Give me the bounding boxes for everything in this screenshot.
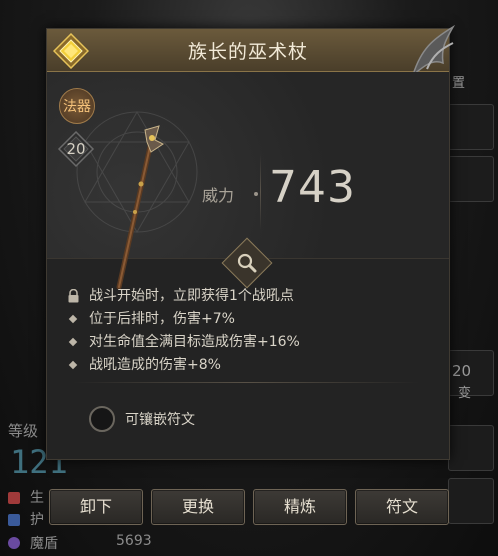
item-name: 族长的巫术杖 [187,41,308,63]
health-icon [8,492,20,504]
bullet-icon [68,314,78,324]
item-level: 20 [66,140,86,158]
bg-equip-slot[interactable] [448,425,494,471]
effect-item: 战斗开始时，立即获得1个战吼点 [67,285,437,308]
bg-level-label: 等级 [8,422,39,440]
bullet-icon [68,360,78,370]
divider [260,154,261,230]
tooltip-header: 族长的巫术杖 [47,29,449,72]
socket-label: 可镶嵌符文 [125,412,195,428]
item-tooltip: 族长的巫术杖 法器 20 威力 743 战斗开始时，立即获得1个战吼点 位于后排… [46,24,456,460]
unequip-button[interactable]: 卸下 [49,489,143,525]
power-value: 743 [269,162,356,213]
bg-equip-slot[interactable] [448,478,494,524]
bg-stat-1: 生 [30,490,44,506]
bg-equip-slot[interactable] [448,104,494,150]
effect-text: 对生命值全满目标造成伤害+16% [89,334,300,350]
staff-icon [116,125,164,290]
bg-stat-2: 护 [30,512,44,528]
effect-item: 对生命值全满目标造成伤害+16% [67,331,437,354]
bg-stat-3-value: 5693 [116,533,152,549]
power-label: 威力 [202,186,235,205]
armor-icon [8,514,20,526]
effect-item: 战吼造成的伤害+8% [67,354,437,377]
category-badge: 法器 [59,88,95,124]
empty-socket-icon [89,406,115,432]
power-dot [254,192,258,196]
lock-icon [68,289,79,303]
replace-button[interactable]: 更换 [151,489,245,525]
effect-text: 位于后排时，伤害+7% [89,311,235,327]
bg-equip-slot[interactable] [448,156,494,202]
effect-list: 战斗开始时，立即获得1个战吼点 位于后排时，伤害+7% 对生命值全满目标造成伤害… [67,285,437,377]
effect-text: 战吼造成的伤害+8% [89,357,221,373]
bg-right-mid-1: 20 [452,362,472,380]
effect-item: 位于后排时，伤害+7% [67,308,437,331]
bg-right-mid-2: 变 [458,386,472,401]
effect-text: 战斗开始时，立即获得1个战吼点 [89,288,294,304]
magnifier-icon[interactable] [236,252,258,274]
rune-button[interactable]: 符文 [355,489,449,525]
item-display: 法器 20 威力 743 [47,72,449,290]
separator [73,382,419,383]
magic-shield-icon [8,537,20,549]
refine-button[interactable]: 精炼 [253,489,347,525]
bullet-icon [68,337,78,347]
bg-stat-3-label: 魔盾 [30,536,58,552]
